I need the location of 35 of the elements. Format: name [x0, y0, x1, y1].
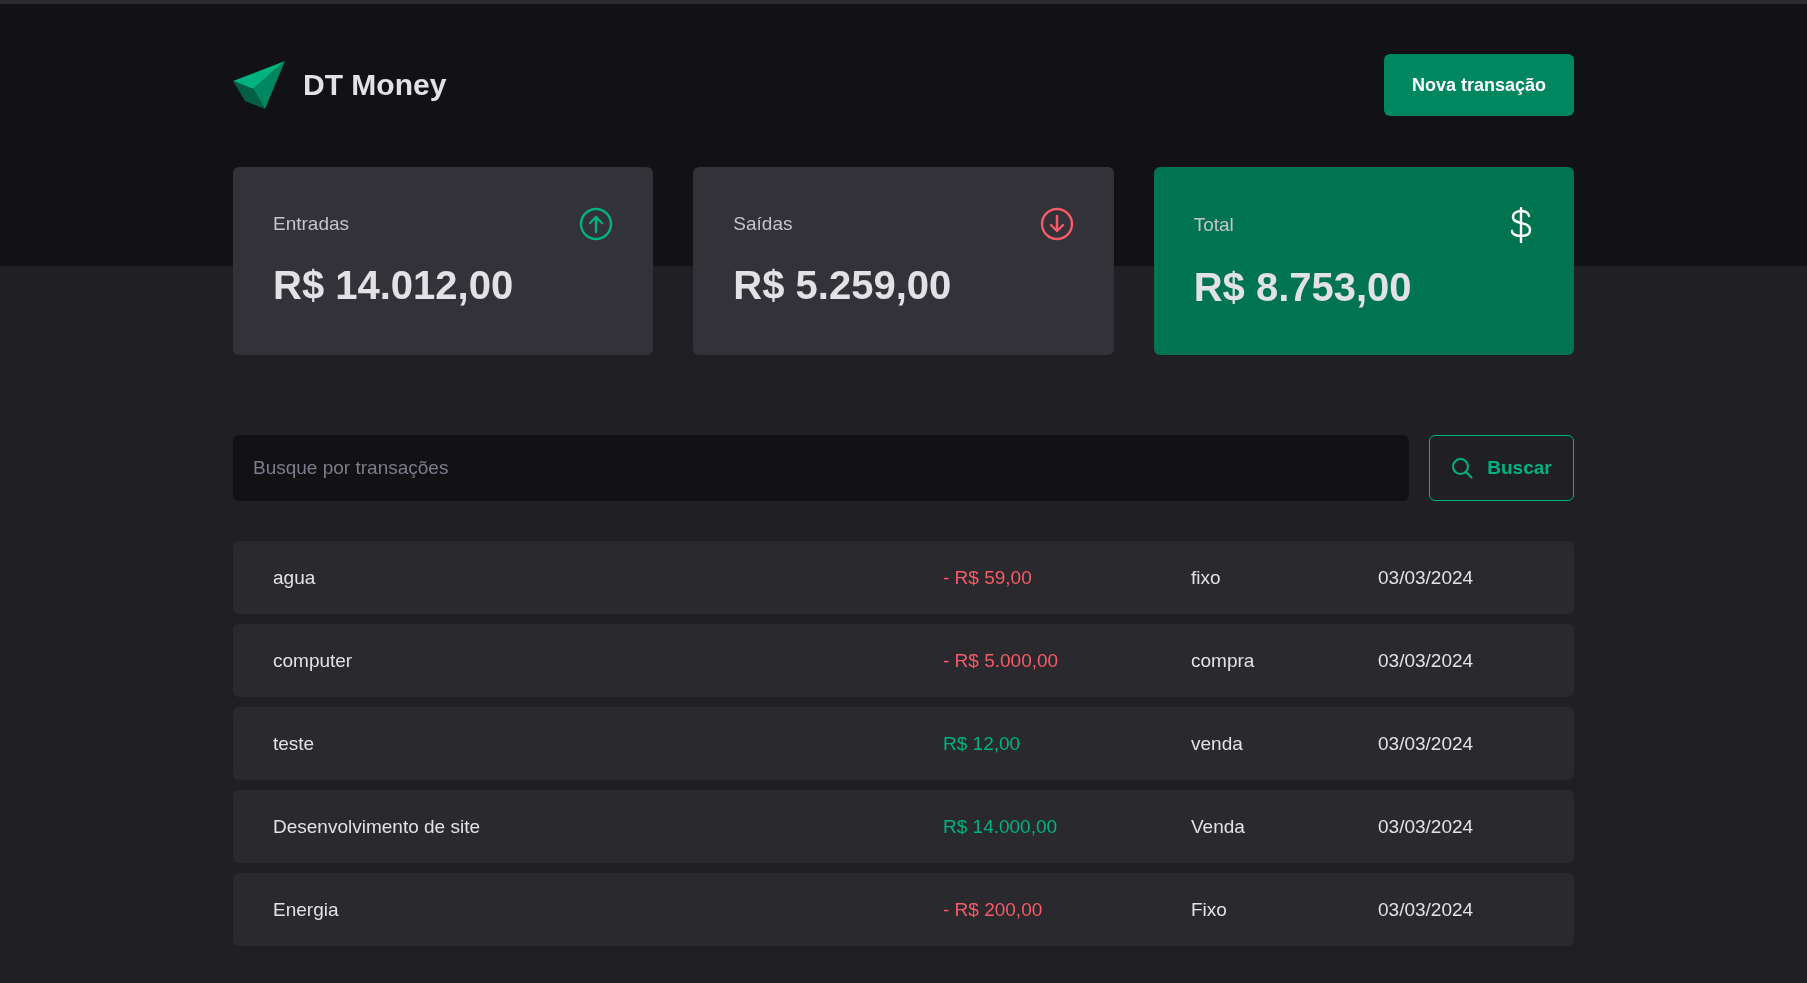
arrow-down-circle-icon — [1039, 207, 1074, 241]
search-icon — [1451, 457, 1474, 479]
card-amount: R$ 5.259,00 — [733, 263, 953, 308]
arrow-up-circle-icon — [579, 207, 614, 241]
card-label: Total — [1193, 214, 1234, 236]
description-text: Energia — [273, 898, 340, 921]
date-text: 03/03/2024 — [1378, 649, 1475, 672]
price-text: R$ 12,00 — [943, 732, 1022, 755]
date-text: 03/03/2024 — [1378, 815, 1475, 838]
date-text: 03/03/2024 — [1378, 732, 1475, 755]
description-text: Desenvolvimento de site — [273, 815, 481, 838]
price-text: - R$ 5.000,00 — [943, 649, 1060, 672]
description-text: agua — [273, 566, 317, 589]
card-amount: R$ 8.753,00 — [1193, 265, 1413, 310]
date-text: 03/03/2024 — [1378, 566, 1475, 589]
dollar-icon — [1508, 207, 1534, 243]
card-label: Entradas — [273, 213, 350, 235]
new-transaction-button[interactable]: Nova transação — [1384, 54, 1574, 116]
card-amount: R$ 14.012,00 — [273, 263, 515, 308]
category-text: Venda — [1191, 815, 1246, 838]
paper-plane-logo-icon — [233, 61, 285, 109]
price-text: - R$ 200,00 — [943, 898, 1044, 921]
price-text: R$ 14.000,00 — [943, 815, 1059, 838]
card-label: Saídas — [733, 213, 793, 235]
category-text: fixo — [1191, 566, 1222, 589]
app-name: DT Money — [303, 68, 447, 102]
date-text: 03/03/2024 — [1378, 898, 1475, 921]
search-button[interactable]: Buscar — [1429, 435, 1574, 501]
category-text: venda — [1191, 732, 1244, 755]
price-text: - R$ 59,00 — [943, 566, 1033, 589]
search-field[interactable]: Busque por transações — [233, 435, 1409, 501]
description-text: teste — [273, 732, 316, 755]
category-text: compra — [1191, 649, 1256, 672]
description-text: computer — [273, 649, 354, 672]
category-text: Fixo — [1191, 898, 1228, 921]
